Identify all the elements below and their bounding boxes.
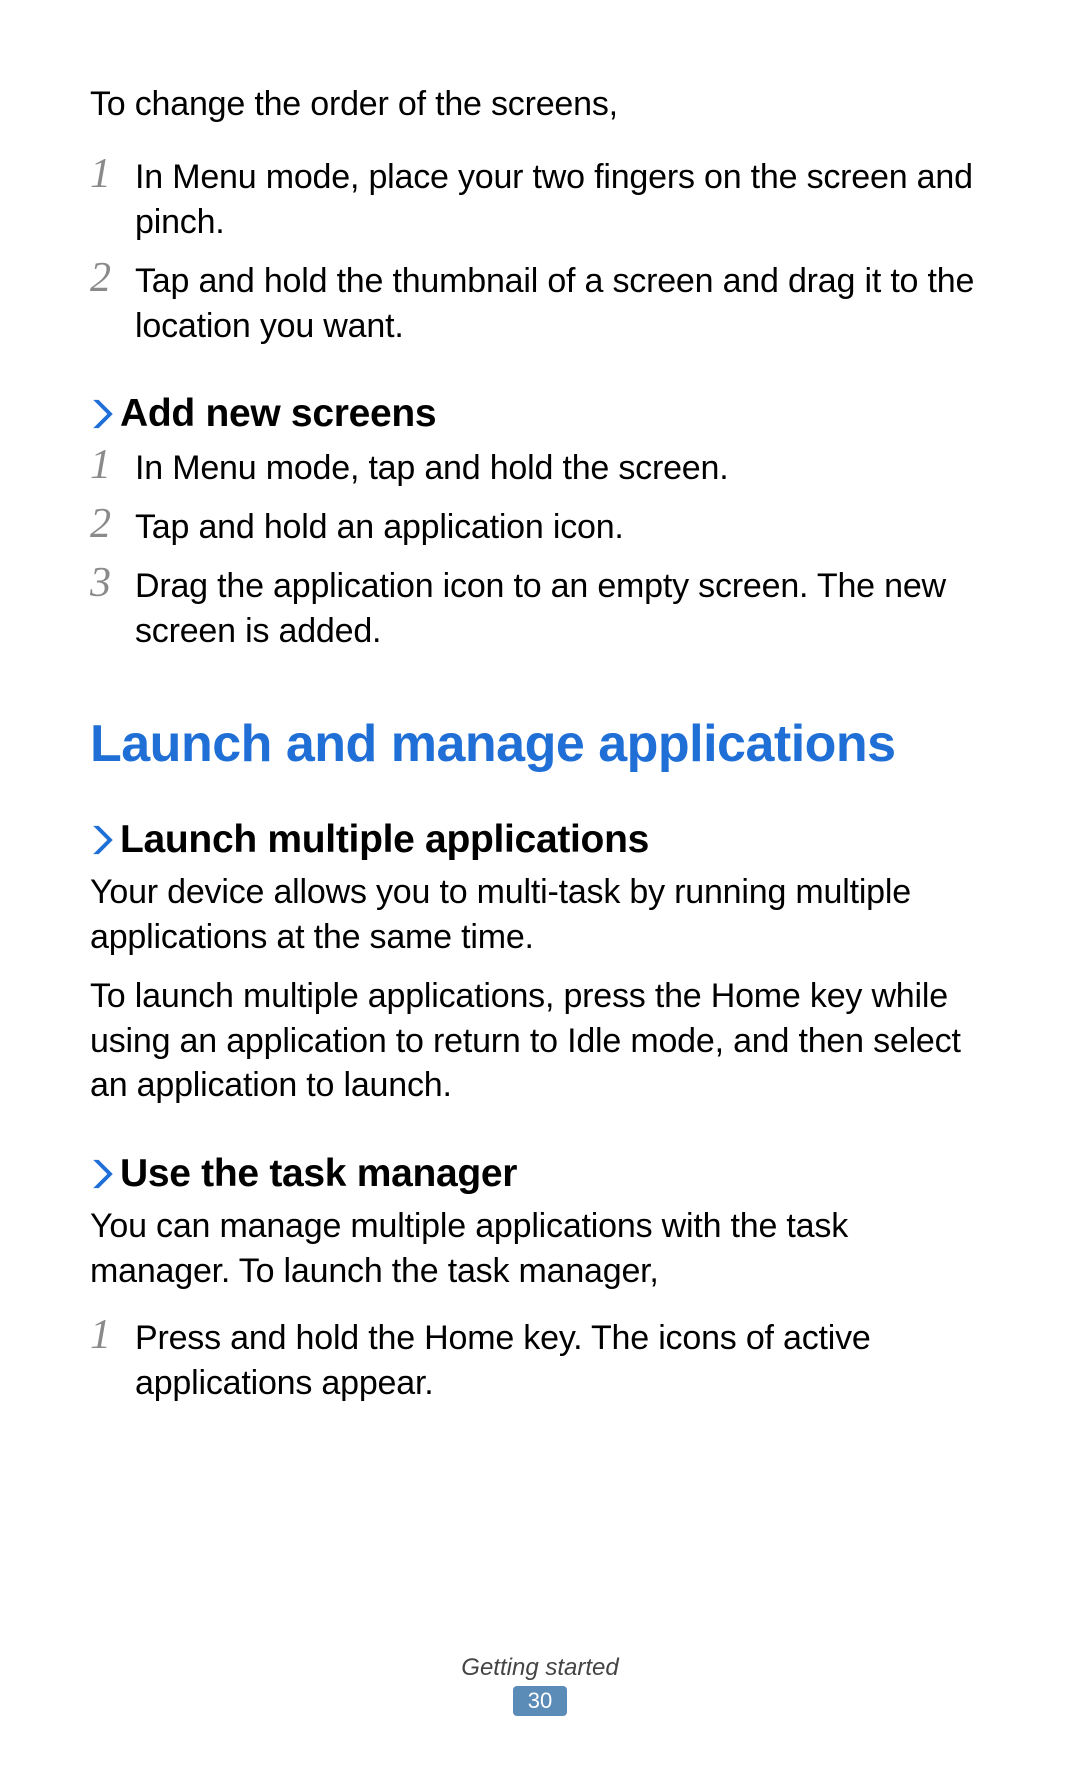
- subheading-launch-multiple: Launch multiple applications: [90, 818, 990, 862]
- step-number: 2: [90, 257, 135, 299]
- footer-section-label: Getting started: [0, 1654, 1080, 1682]
- subheading-text: Launch multiple applications: [120, 818, 649, 862]
- paragraph: You can manage multiple applications wit…: [90, 1204, 990, 1294]
- list-item: 3 Drag the application icon to an empty …: [90, 562, 990, 654]
- step-text: Tap and hold an application icon.: [135, 503, 990, 550]
- chevron-right-icon: [90, 397, 116, 431]
- paragraph: Your device allows you to multi-task by …: [90, 870, 990, 960]
- steps-change-order: 1 In Menu mode, place your two fingers o…: [90, 153, 990, 349]
- subheading-task-manager: Use the task manager: [90, 1152, 990, 1196]
- steps-add-new-screens: 1 In Menu mode, tap and hold the screen.…: [90, 444, 990, 654]
- list-item: 1 In Menu mode, place your two fingers o…: [90, 153, 990, 245]
- step-text: Press and hold the Home key. The icons o…: [135, 1314, 990, 1406]
- step-text: In Menu mode, tap and hold the screen.: [135, 444, 990, 491]
- chevron-right-icon: [90, 1157, 116, 1191]
- list-item: 1 In Menu mode, tap and hold the screen.: [90, 444, 990, 491]
- step-number: 2: [90, 503, 135, 545]
- step-number: 1: [90, 153, 135, 195]
- section-heading-launch-manage: Launch and manage applications: [90, 714, 990, 774]
- list-item: 2 Tap and hold the thumbnail of a screen…: [90, 257, 990, 349]
- list-item: 1 Press and hold the Home key. The icons…: [90, 1314, 990, 1406]
- intro-text: To change the order of the screens,: [90, 82, 990, 127]
- manual-page: To change the order of the screens, 1 In…: [0, 0, 1080, 1771]
- subheading-add-new-screens: Add new screens: [90, 392, 990, 436]
- step-number: 3: [90, 562, 135, 604]
- steps-task-manager: 1 Press and hold the Home key. The icons…: [90, 1314, 990, 1406]
- subheading-text: Use the task manager: [120, 1152, 517, 1196]
- step-text: Drag the application icon to an empty sc…: [135, 562, 990, 654]
- page-number-badge: 30: [513, 1686, 567, 1716]
- step-text: Tap and hold the thumbnail of a screen a…: [135, 257, 990, 349]
- chevron-right-icon: [90, 823, 116, 857]
- step-number: 1: [90, 444, 135, 486]
- paragraph: To launch multiple applications, press t…: [90, 974, 990, 1109]
- page-footer: Getting started 30: [0, 1654, 1080, 1716]
- step-number: 1: [90, 1314, 135, 1356]
- subheading-text: Add new screens: [120, 392, 436, 436]
- step-text: In Menu mode, place your two fingers on …: [135, 153, 990, 245]
- list-item: 2 Tap and hold an application icon.: [90, 503, 990, 550]
